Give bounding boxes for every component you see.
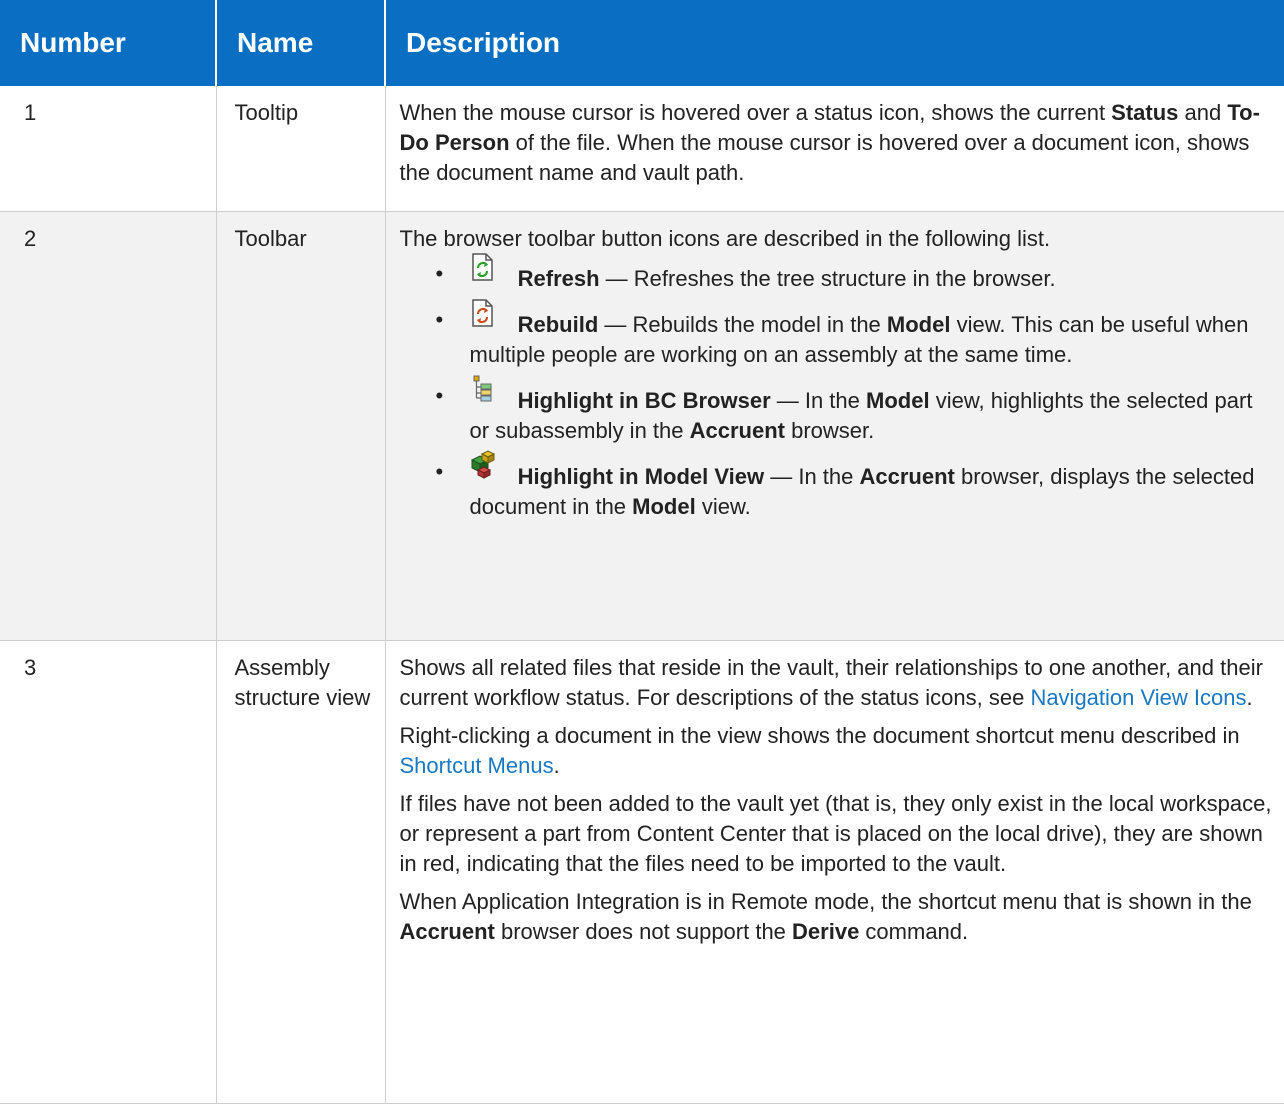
- item-text: — Refreshes the tree structure in the br…: [599, 265, 1056, 291]
- column-header-number: Number: [0, 0, 217, 86]
- table-header: Number Name Description: [0, 0, 1284, 86]
- highlight-in-bc-browser-icon: [470, 375, 496, 410]
- item-text: browser.: [784, 417, 875, 443]
- row-name: Toolbar: [216, 211, 386, 641]
- row-description: Shows all related files that reside in t…: [385, 640, 1284, 1104]
- text: of the file. When the mouse cursor is ho…: [399, 130, 1250, 185]
- text: .: [553, 752, 560, 778]
- bullet: •: [435, 382, 444, 408]
- description-paragraph: Shows all related files that reside in t…: [400, 653, 1279, 713]
- row-description: When the mouse cursor is hovered over a …: [385, 86, 1284, 212]
- bullet: •: [435, 306, 444, 332]
- description-intro: The browser toolbar button icons are des…: [399, 225, 1051, 251]
- item-text: — In the: [764, 463, 860, 489]
- row-name: Tooltip: [216, 86, 386, 212]
- row-description: The browser toolbar button icons are des…: [385, 211, 1284, 641]
- bold-term: Status: [1111, 100, 1179, 125]
- description-paragraph: When the mouse cursor is hovered over a …: [400, 98, 1279, 188]
- bullet: •: [435, 260, 444, 286]
- item-text: view.: [695, 493, 751, 519]
- bold-term: Model: [866, 387, 930, 413]
- item-text: — In the: [770, 387, 867, 413]
- item-label: Refresh: [517, 265, 600, 291]
- table-row: 2 Toolbar The browser toolbar button ico…: [0, 211, 1284, 641]
- table-row: 3 Assembly structure view Shows all rela…: [0, 640, 1284, 1104]
- item-text: — Rebuilds the model in the: [598, 311, 887, 337]
- rebuild-icon: [470, 298, 496, 334]
- text: Right-clicking a document in the view sh…: [399, 722, 1240, 748]
- row-name: Assembly structure view: [216, 640, 386, 1104]
- list-item: • Highlight in Model View — In the Accru…: [435, 449, 1279, 522]
- description-paragraph: When Application Integration is in Remot…: [400, 887, 1279, 947]
- item-label: Highlight in Model View: [517, 463, 765, 489]
- toolbar-button-list: • Refresh — Refreshes the tree structure…: [400, 252, 1279, 522]
- bold-term: Accruent: [689, 417, 785, 443]
- description-paragraph: Right-clicking a document in the view sh…: [400, 721, 1279, 781]
- bold-term: Derive: [792, 918, 860, 944]
- row-number: 2: [0, 211, 217, 641]
- list-item: • Rebuild — Rebuilds the model in the Mo…: [435, 298, 1279, 370]
- navigation-view-icons-link[interactable]: Navigation View Icons: [1030, 685, 1246, 710]
- item-label: Highlight in BC Browser: [517, 387, 771, 413]
- row-number: 3: [0, 640, 217, 1104]
- list-item: • Refresh — Refreshes the tree structure…: [435, 252, 1279, 294]
- text: When Application Integration is in Remot…: [399, 888, 1252, 914]
- text: browser does not support the: [494, 918, 793, 944]
- text: command.: [859, 918, 969, 944]
- highlight-in-model-view-icon: [470, 449, 496, 486]
- bold-term: Model: [632, 493, 696, 519]
- text: When the mouse cursor is hovered over a …: [399, 100, 1112, 125]
- shortcut-menus-link[interactable]: Shortcut Menus: [400, 753, 554, 778]
- bold-term: Accruent: [399, 918, 495, 944]
- column-header-description: Description: [385, 0, 1284, 86]
- text: and: [1178, 100, 1228, 125]
- ui-table: Number Name Description 1 Tooltip When t…: [0, 0, 1284, 1104]
- column-header-name: Name: [216, 0, 386, 86]
- row-number: 1: [0, 86, 217, 212]
- text: .: [1246, 684, 1253, 710]
- list-item: • Highlight in BC Browser — In the Model…: [435, 375, 1279, 446]
- description-paragraph: If files have not been added to the vaul…: [399, 790, 1272, 876]
- bold-term: Model: [886, 311, 951, 337]
- table-row: 1 Tooltip When the mouse cursor is hover…: [0, 86, 1284, 212]
- item-label: Rebuild: [517, 311, 599, 337]
- bullet: •: [435, 458, 444, 484]
- bold-term: Accruent: [859, 463, 955, 489]
- refresh-icon: [470, 252, 496, 288]
